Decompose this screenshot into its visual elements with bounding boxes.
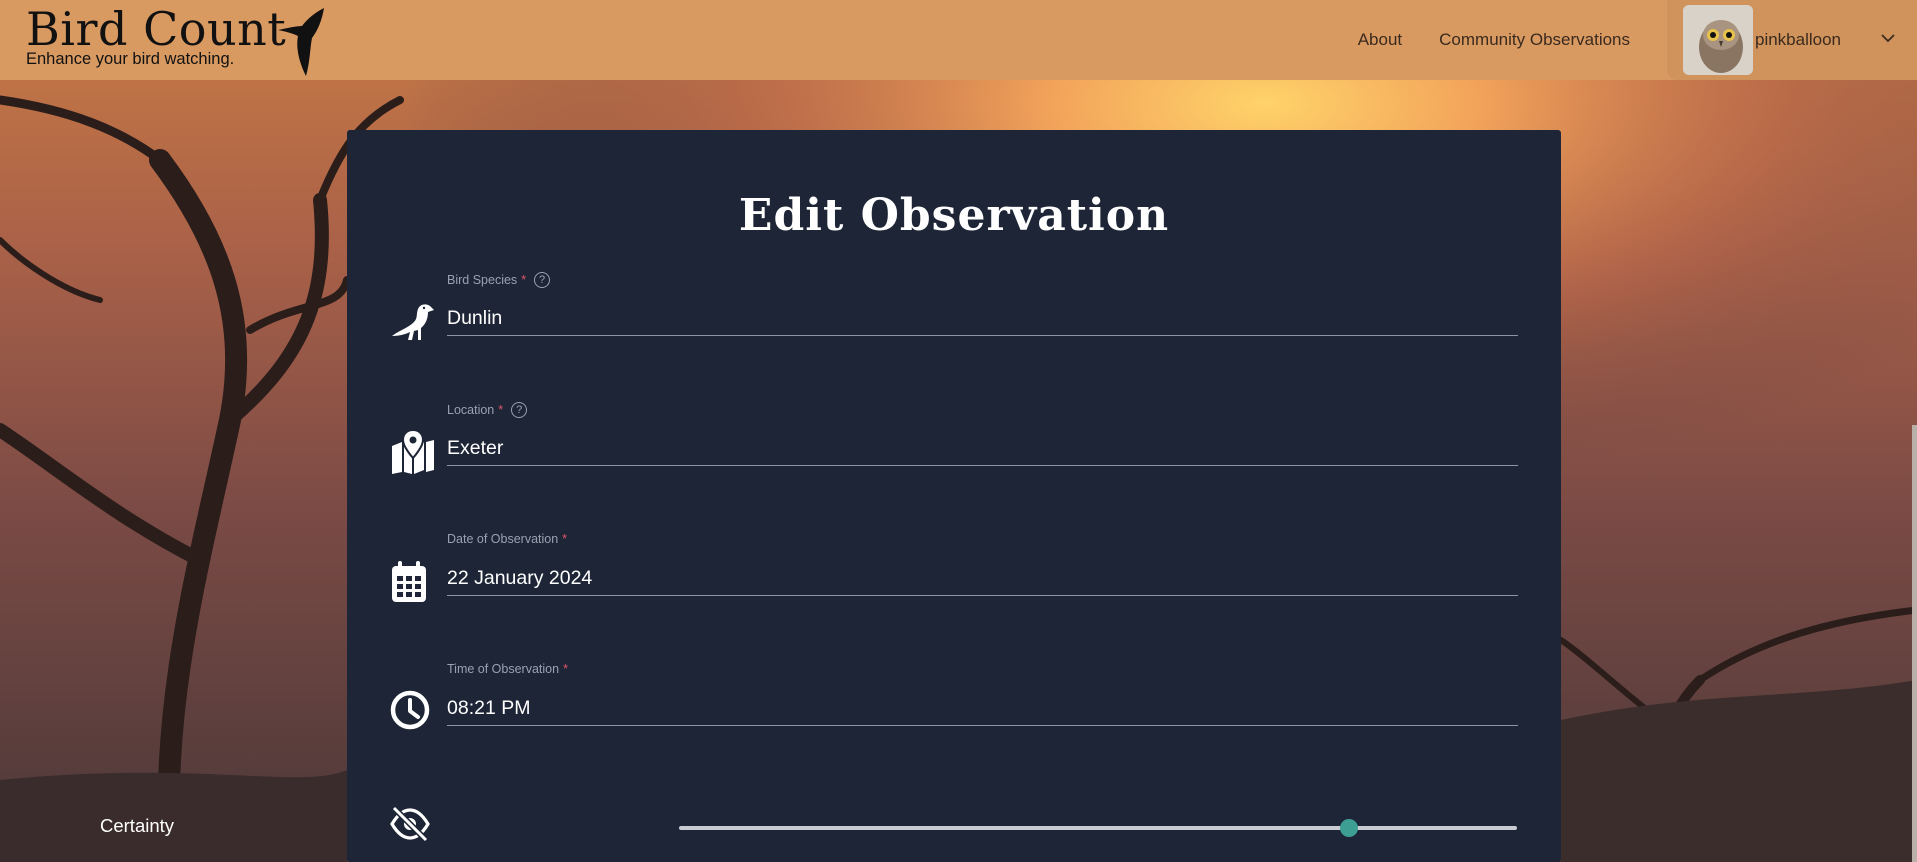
calendar-icon bbox=[392, 561, 426, 602]
map-location-icon bbox=[392, 430, 434, 474]
location-label: Location * ? bbox=[447, 402, 528, 418]
user-name[interactable]: pinkballoon bbox=[1755, 30, 1841, 50]
scrollbar-thumb[interactable] bbox=[1912, 425, 1917, 862]
nav-community-observations[interactable]: Community Observations bbox=[1439, 30, 1630, 50]
time-label-text: Time of Observation bbox=[447, 662, 560, 676]
help-circle-icon[interactable]: ? bbox=[534, 272, 551, 288]
brand-title[interactable]: Bird Count bbox=[26, 2, 286, 56]
brand[interactable]: Bird Count Enhance your bird watching. bbox=[26, 2, 286, 69]
required-marker: * bbox=[521, 273, 527, 287]
bird-icon bbox=[392, 304, 434, 340]
species-input[interactable] bbox=[447, 298, 1518, 336]
certainty-slider[interactable] bbox=[679, 819, 1517, 837]
required-marker: * bbox=[498, 403, 504, 417]
bird-logo-icon bbox=[278, 8, 324, 76]
eye-slash-icon bbox=[390, 806, 430, 842]
date-label-text: Date of Observation bbox=[447, 532, 559, 546]
avatar[interactable] bbox=[1683, 5, 1753, 75]
required-marker: * bbox=[563, 662, 568, 676]
clock-icon bbox=[390, 690, 430, 730]
species-label-text: Bird Species bbox=[447, 273, 518, 287]
owl-avatar-image bbox=[1683, 5, 1753, 75]
date-input[interactable] bbox=[447, 558, 1518, 596]
certainty-label: Certainty bbox=[100, 815, 175, 836]
main-nav: About Community Observations pinkballoon bbox=[1358, 0, 1917, 80]
species-label: Bird Species * ? bbox=[447, 272, 551, 288]
edit-observation-card: Edit Observation Bird Species * ? Locati… bbox=[347, 130, 1561, 862]
help-circle-icon[interactable]: ? bbox=[511, 402, 528, 418]
nav-about[interactable]: About bbox=[1358, 30, 1402, 50]
time-input[interactable] bbox=[447, 688, 1518, 726]
location-label-text: Location bbox=[447, 403, 495, 417]
chevron-down-icon[interactable] bbox=[1881, 34, 1895, 43]
location-input[interactable] bbox=[447, 428, 1518, 466]
user-menu[interactable]: pinkballoon bbox=[1667, 0, 1917, 80]
site-header: Bird Count Enhance your bird watching. A… bbox=[0, 0, 1917, 80]
required-marker: * bbox=[562, 532, 568, 546]
date-label: Date of Observation * bbox=[447, 532, 567, 546]
page-title: Edit Observation bbox=[738, 190, 1170, 241]
time-label: Time of Observation * bbox=[447, 662, 568, 676]
